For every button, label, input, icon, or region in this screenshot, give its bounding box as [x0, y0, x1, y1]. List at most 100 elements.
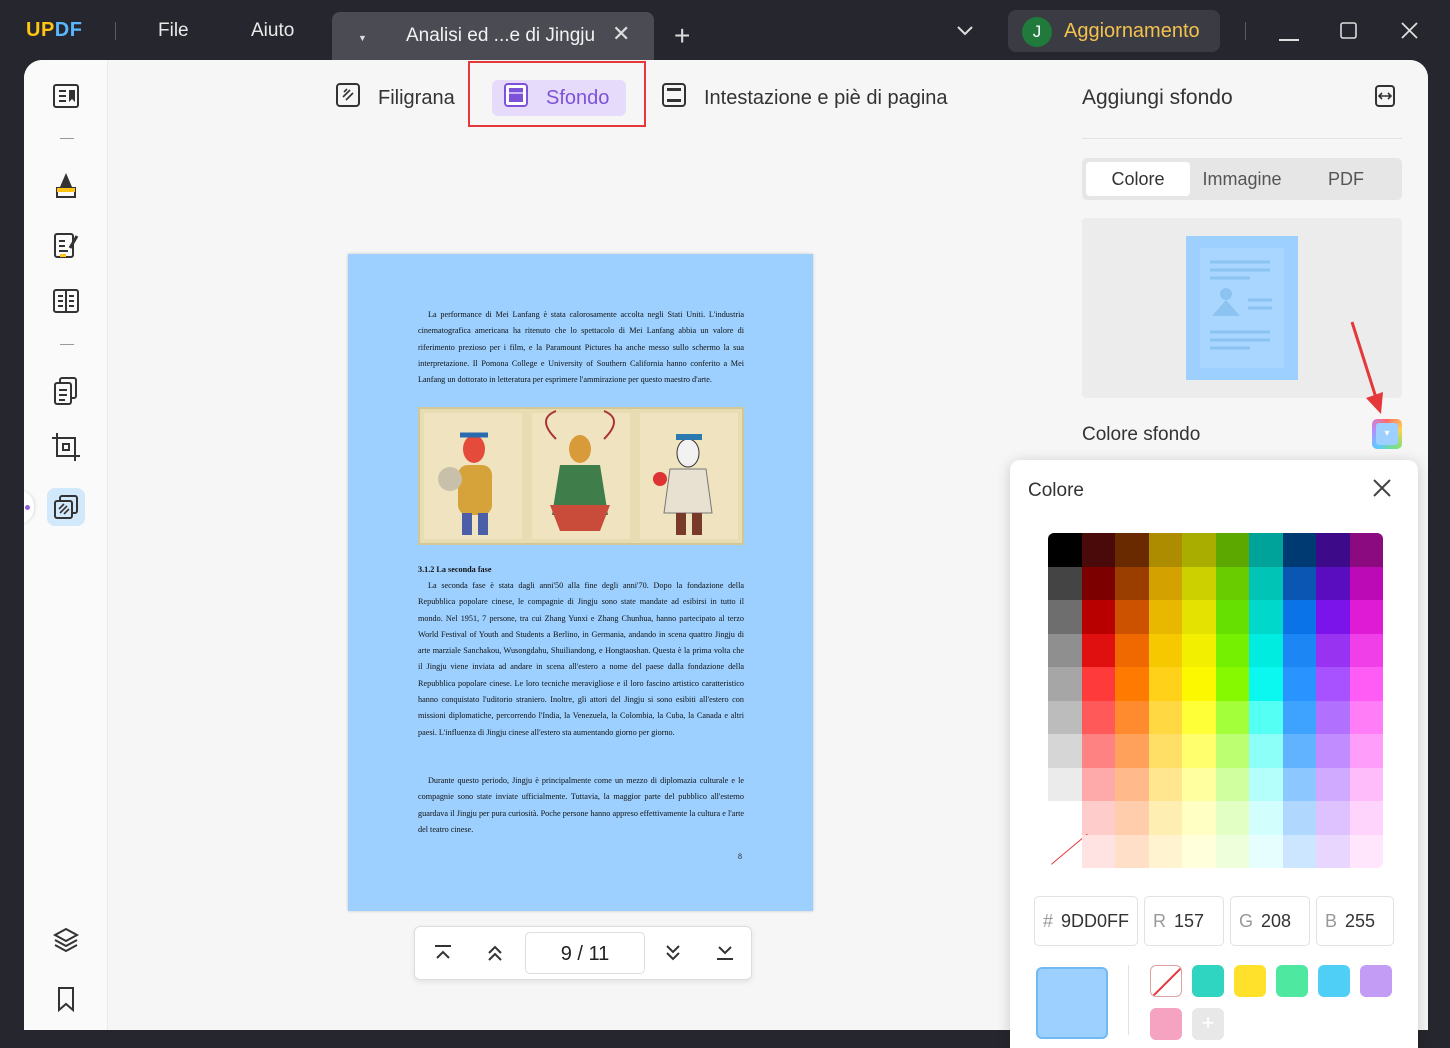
color-swatch[interactable]	[1282, 600, 1316, 634]
tab-color[interactable]: Colore	[1086, 162, 1190, 196]
color-swatch[interactable]	[1081, 667, 1115, 701]
color-swatch[interactable]	[1115, 834, 1149, 868]
reader-icon[interactable]	[47, 77, 85, 115]
color-swatch[interactable]	[1282, 566, 1316, 600]
color-swatch[interactable]	[1148, 834, 1182, 868]
color-swatch[interactable]	[1316, 767, 1350, 801]
color-swatch[interactable]	[1081, 767, 1115, 801]
maximize-icon[interactable]	[1340, 22, 1357, 44]
color-swatch[interactable]	[1081, 533, 1115, 567]
first-page-icon[interactable]	[433, 943, 453, 968]
color-swatch[interactable]	[1316, 834, 1350, 868]
color-swatch[interactable]	[1249, 834, 1283, 868]
bookmark-icon[interactable]	[47, 980, 85, 1018]
color-swatch[interactable]	[1316, 533, 1350, 567]
color-swatch[interactable]	[1349, 734, 1383, 768]
color-swatch[interactable]	[1215, 767, 1249, 801]
recent-color-swatch[interactable]	[1234, 965, 1266, 997]
red-field[interactable]: R 157	[1144, 896, 1224, 946]
color-swatch[interactable]	[1081, 834, 1115, 868]
color-swatch[interactable]	[1215, 633, 1249, 667]
recent-color-swatch[interactable]	[1192, 965, 1224, 997]
color-swatch[interactable]	[1148, 633, 1182, 667]
color-swatch[interactable]	[1349, 566, 1383, 600]
recent-color-swatch[interactable]	[1360, 965, 1392, 997]
color-swatch[interactable]	[1249, 533, 1283, 567]
tabs-dropdown-icon[interactable]	[956, 24, 974, 42]
color-swatch[interactable]	[1249, 801, 1283, 835]
crop-icon[interactable]	[47, 428, 85, 466]
color-swatch[interactable]	[1081, 734, 1115, 768]
tab-pdf[interactable]: PDF	[1294, 162, 1398, 196]
color-swatch[interactable]	[1349, 633, 1383, 667]
color-swatch[interactable]	[1048, 734, 1082, 768]
form-icon[interactable]	[47, 282, 85, 320]
color-swatch[interactable]	[1249, 700, 1283, 734]
color-swatch[interactable]	[1249, 767, 1283, 801]
minimize-icon[interactable]	[1279, 28, 1299, 46]
color-swatch[interactable]	[1048, 566, 1082, 600]
color-swatch[interactable]	[1182, 600, 1216, 634]
color-swatch[interactable]	[1182, 834, 1216, 868]
highlighter-icon[interactable]	[47, 165, 85, 203]
add-color-button[interactable]: +	[1192, 1008, 1224, 1040]
color-swatch[interactable]	[1148, 600, 1182, 634]
color-swatch[interactable]	[1148, 667, 1182, 701]
recent-color-swatch[interactable]	[1318, 965, 1350, 997]
color-swatch[interactable]	[1349, 600, 1383, 634]
color-swatch[interactable]	[1048, 633, 1082, 667]
background-color-button[interactable]: ▾	[1372, 419, 1402, 449]
color-swatch[interactable]	[1249, 600, 1283, 634]
color-swatch[interactable]	[1282, 667, 1316, 701]
color-swatch[interactable]	[1316, 667, 1350, 701]
color-swatch[interactable]	[1215, 533, 1249, 567]
color-swatch[interactable]	[1316, 600, 1350, 634]
color-swatch[interactable]	[1115, 533, 1149, 567]
color-swatch[interactable]	[1115, 801, 1149, 835]
menu-file[interactable]: File	[158, 20, 189, 42]
color-swatch[interactable]	[1282, 801, 1316, 835]
color-swatch[interactable]	[1282, 834, 1316, 868]
menu-help[interactable]: Aiuto	[251, 20, 294, 42]
color-swatch[interactable]	[1115, 633, 1149, 667]
color-swatch[interactable]	[1215, 734, 1249, 768]
color-swatch[interactable]	[1182, 566, 1216, 600]
color-swatch[interactable]	[1148, 801, 1182, 835]
tab-menu-icon[interactable]: ▼	[358, 33, 367, 43]
color-swatch[interactable]	[1316, 633, 1350, 667]
header-footer-tool[interactable]: Intestazione e piè di pagina	[662, 83, 948, 111]
color-swatch[interactable]	[1282, 533, 1316, 567]
color-swatch[interactable]	[1182, 734, 1216, 768]
color-swatch[interactable]	[1215, 834, 1249, 868]
green-field[interactable]: G 208	[1230, 896, 1310, 946]
color-swatch[interactable]	[1316, 700, 1350, 734]
no-color-swatch[interactable]	[1048, 834, 1082, 868]
edit-pdf-icon[interactable]	[47, 226, 85, 264]
color-swatch[interactable]	[1115, 667, 1149, 701]
color-swatch[interactable]	[1048, 801, 1082, 835]
color-swatch[interactable]	[1182, 533, 1216, 567]
color-swatch[interactable]	[1115, 600, 1149, 634]
color-swatch[interactable]	[1282, 734, 1316, 768]
organize-pages-icon[interactable]	[47, 372, 85, 410]
color-swatch[interactable]	[1349, 533, 1383, 567]
new-tab-button[interactable]: +	[674, 20, 690, 52]
window-close-icon[interactable]	[1401, 22, 1418, 44]
color-swatch[interactable]	[1148, 533, 1182, 567]
tab-close-icon[interactable]: ✕	[612, 21, 630, 47]
color-swatch[interactable]	[1316, 734, 1350, 768]
color-swatch[interactable]	[1249, 667, 1283, 701]
color-swatch[interactable]	[1349, 667, 1383, 701]
no-color-swatch[interactable]	[1150, 965, 1182, 997]
color-swatch[interactable]	[1115, 767, 1149, 801]
color-swatch[interactable]	[1182, 700, 1216, 734]
color-swatch[interactable]	[1115, 734, 1149, 768]
color-swatch[interactable]	[1048, 700, 1082, 734]
color-swatch[interactable]	[1182, 801, 1216, 835]
color-swatch[interactable]	[1148, 767, 1182, 801]
color-swatch[interactable]	[1282, 700, 1316, 734]
color-swatch[interactable]	[1215, 566, 1249, 600]
color-swatch[interactable]	[1215, 667, 1249, 701]
color-swatch[interactable]	[1115, 700, 1149, 734]
color-swatch[interactable]	[1148, 734, 1182, 768]
